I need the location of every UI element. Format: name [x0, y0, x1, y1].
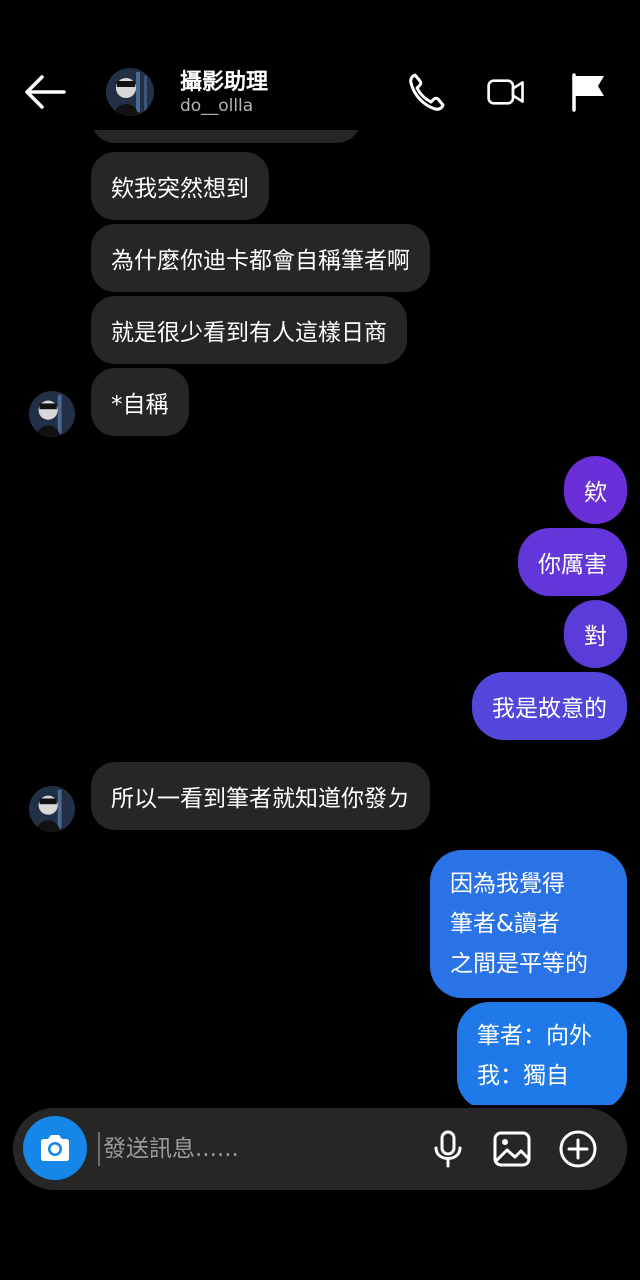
- video-camera-icon[interactable]: [486, 70, 526, 114]
- incoming-message[interactable]: 所以一看到筆者就知道你發ㄉ: [91, 762, 430, 830]
- contact-username[interactable]: do__ollla: [180, 96, 253, 116]
- camera-button[interactable]: [23, 1116, 87, 1180]
- message-text: 我是故意的: [492, 696, 607, 722]
- message-composer: 發送訊息......: [13, 1108, 627, 1190]
- flag-icon[interactable]: [568, 70, 608, 114]
- incoming-message[interactable]: 為什麼你迪卡都會自稱筆者啊: [91, 224, 430, 292]
- message-input[interactable]: 發送訊息......: [103, 1132, 239, 1166]
- message-text: 你厲害: [538, 552, 607, 578]
- message-text: 為什麼你迪卡都會自稱筆者啊: [111, 248, 410, 274]
- message-line: 因為我覺得: [450, 871, 565, 897]
- outgoing-message[interactable]: 對: [564, 600, 627, 668]
- incoming-message[interactable]: *自稱: [91, 368, 189, 436]
- incoming-message[interactable]: 就是很少看到有人這樣日商: [91, 296, 407, 364]
- message-text: 欸我突然想到: [111, 176, 249, 202]
- arrow-left-icon[interactable]: [22, 72, 68, 112]
- outgoing-message[interactable]: 因為我覺得 筆者&讀者 之間是平等的: [430, 850, 627, 998]
- outgoing-message[interactable]: 我是故意的: [472, 672, 627, 740]
- outgoing-message[interactable]: 你厲害: [518, 528, 627, 596]
- message-thread[interactable]: 欸我突然想到 為什麼你迪卡都會自稱筆者啊 就是很少看到有人這樣日商 *自稱 欸 …: [0, 130, 640, 1105]
- sender-avatar[interactable]: [29, 391, 75, 437]
- message-line: 之間是平等的: [450, 951, 588, 977]
- phone-icon[interactable]: [406, 70, 446, 114]
- message-line: 筆者：向外: [477, 1023, 592, 1049]
- message-text: 欸: [584, 480, 607, 506]
- outgoing-message[interactable]: 欸: [564, 456, 627, 524]
- contact-name[interactable]: 攝影助理: [180, 64, 268, 96]
- sender-avatar[interactable]: [29, 786, 75, 832]
- text-cursor: [98, 1132, 100, 1166]
- message-line: 筆者&讀者: [450, 911, 560, 937]
- image-icon[interactable]: [491, 1128, 533, 1170]
- message-text: 對: [584, 624, 607, 650]
- chat-header: 攝影助理 do__ollla: [0, 0, 640, 130]
- message-text: 所以一看到筆者就知道你發ㄉ: [111, 786, 410, 812]
- microphone-icon[interactable]: [427, 1128, 469, 1170]
- contact-avatar[interactable]: [106, 68, 154, 116]
- incoming-message[interactable]: 欸我突然想到: [91, 152, 269, 220]
- camera-icon: [41, 1135, 69, 1161]
- outgoing-message[interactable]: 筆者：向外 我：獨自: [457, 1002, 627, 1105]
- message-text: *自稱: [111, 392, 169, 418]
- message-text: 就是很少看到有人這樣日商: [111, 320, 387, 346]
- plus-circle-icon[interactable]: [557, 1128, 599, 1170]
- message-line: 我：獨自: [477, 1063, 569, 1089]
- message-bubble-partial: [91, 130, 361, 143]
